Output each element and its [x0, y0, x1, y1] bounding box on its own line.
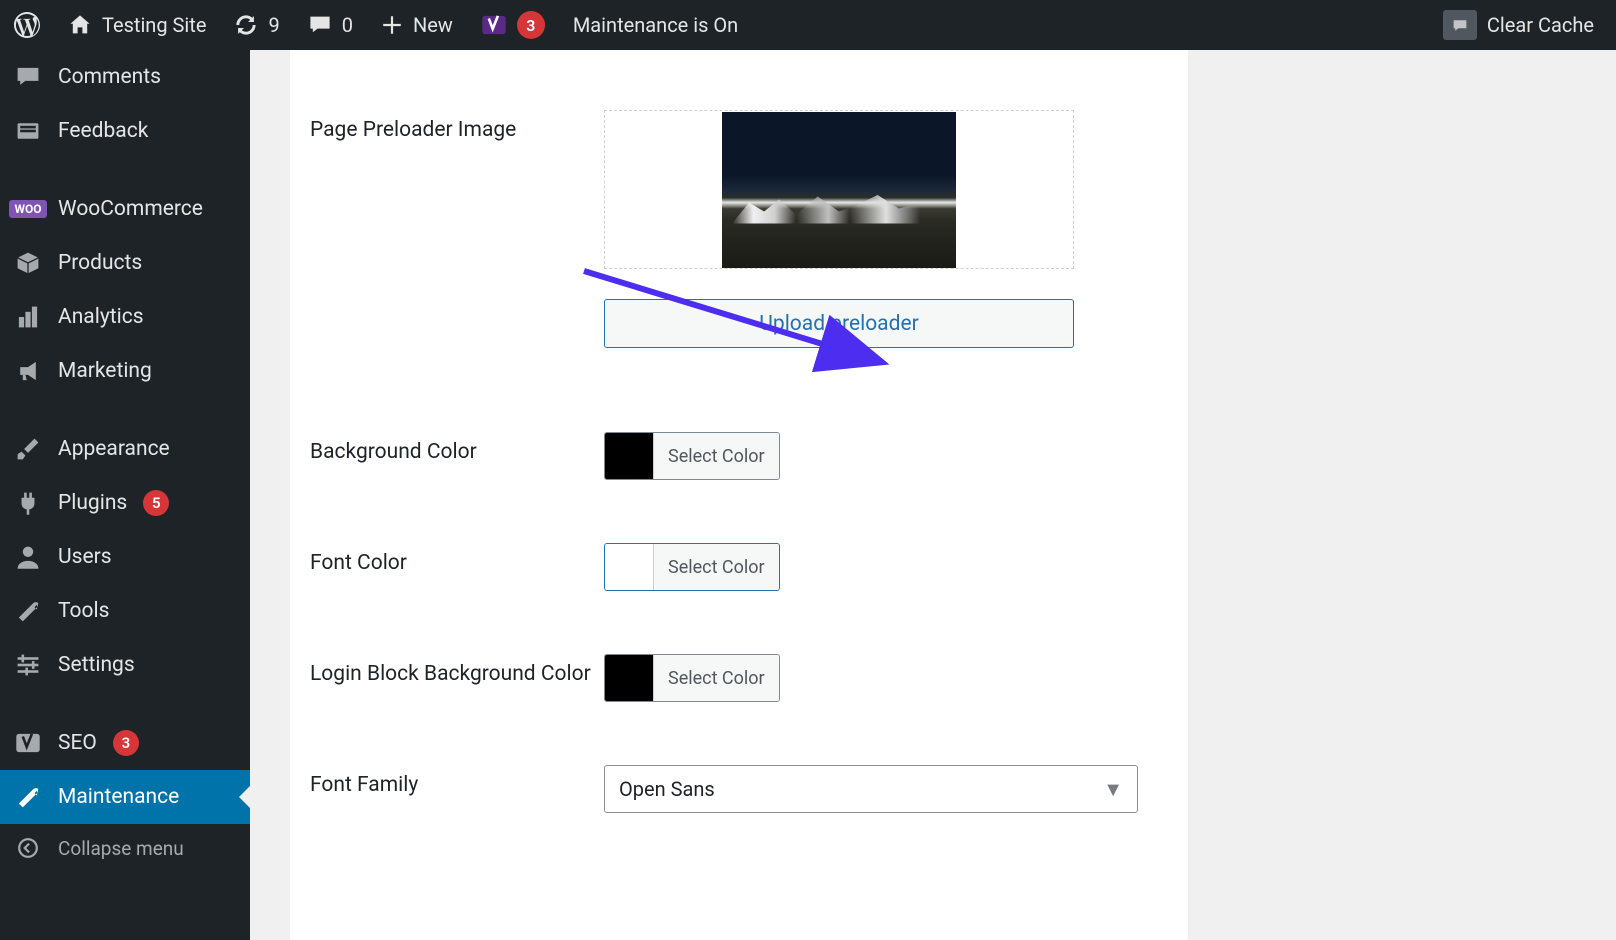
- font-family-select[interactable]: Open Sans ▼: [604, 765, 1138, 813]
- sidebar-item-seo[interactable]: SEO 3: [0, 716, 250, 770]
- admin-top-bar: Testing Site 9 0 New 3 Maintenance is On…: [0, 0, 1616, 50]
- cache-icon: [1443, 10, 1477, 40]
- plus-icon: [381, 14, 403, 36]
- cog-wrench-icon: [14, 783, 42, 811]
- preloader-preview: [604, 110, 1074, 269]
- settings-panel: Page Preloader Image Upload preloader Ba…: [290, 50, 1188, 940]
- sidebar-item-label: Collapse menu: [58, 837, 184, 860]
- caret-down-icon: ▼: [1103, 777, 1123, 802]
- font-color-label: Font Color: [310, 543, 604, 578]
- sidebar-item-label: Maintenance: [58, 785, 179, 809]
- sidebar-item-label: Plugins: [58, 491, 127, 515]
- user-icon: [14, 543, 42, 571]
- collapse-menu-button[interactable]: Collapse menu: [0, 824, 250, 872]
- font-family-label: Font Family: [310, 765, 604, 800]
- sidebar-item-label: Products: [58, 251, 142, 275]
- seo-badge: 3: [113, 730, 139, 756]
- new-label: New: [413, 13, 453, 37]
- sidebar-item-analytics[interactable]: Analytics: [0, 290, 250, 344]
- sidebar-item-label: Appearance: [58, 437, 170, 461]
- updates-count: 9: [268, 13, 279, 37]
- comments-count: 0: [342, 13, 353, 37]
- clear-cache-label: Clear Cache: [1487, 13, 1594, 37]
- font-color-swatch: [605, 544, 653, 590]
- font-family-value: Open Sans: [619, 777, 715, 801]
- upload-preloader-button[interactable]: Upload preloader: [604, 299, 1074, 348]
- yoast-icon: [481, 12, 507, 38]
- select-color-button[interactable]: Select Color: [653, 544, 779, 590]
- site-name-label: Testing Site: [102, 13, 206, 37]
- feedback-icon: [14, 117, 42, 145]
- login-block-bg-label: Login Block Background Color: [310, 654, 604, 689]
- sidebar-item-label: Analytics: [58, 305, 144, 329]
- sidebar-item-tools[interactable]: Tools: [0, 584, 250, 638]
- maintenance-label: Maintenance is On: [573, 13, 738, 37]
- background-color-picker[interactable]: Select Color: [604, 432, 780, 480]
- sidebar-item-feedback[interactable]: Feedback: [0, 104, 250, 158]
- background-color-swatch: [605, 433, 653, 479]
- sidebar-item-label: Tools: [58, 599, 109, 623]
- woo-badge: WOO: [9, 200, 46, 218]
- sidebar-item-label: Users: [58, 545, 112, 569]
- sliders-icon: [14, 651, 42, 679]
- sidebar-item-products[interactable]: Products: [0, 236, 250, 290]
- sidebar-item-settings[interactable]: Settings: [0, 638, 250, 692]
- sidebar-item-comments[interactable]: Comments: [0, 50, 250, 104]
- yoast-badge: 3: [517, 11, 545, 39]
- login-bg-color-swatch: [605, 655, 653, 701]
- plug-icon: [14, 489, 42, 517]
- megaphone-icon: [14, 357, 42, 385]
- comments-link[interactable]: 0: [294, 0, 367, 50]
- sidebar-item-label: Comments: [58, 65, 161, 89]
- font-color-picker[interactable]: Select Color: [604, 543, 780, 591]
- sidebar-item-label: WooCommerce: [58, 197, 203, 221]
- comment-icon: [308, 13, 332, 37]
- sidebar-item-woocommerce[interactable]: WOO WooCommerce: [0, 182, 250, 236]
- update-icon: [234, 13, 258, 37]
- sidebar-item-maintenance[interactable]: Maintenance: [0, 770, 250, 824]
- new-content-link[interactable]: New: [367, 0, 467, 50]
- maintenance-status-link[interactable]: Maintenance is On: [559, 0, 752, 50]
- sidebar-item-label: Marketing: [58, 359, 152, 383]
- sidebar-item-marketing[interactable]: Marketing: [0, 344, 250, 398]
- select-color-button[interactable]: Select Color: [653, 433, 779, 479]
- plugins-badge: 5: [143, 490, 169, 516]
- woocommerce-icon: WOO: [14, 195, 42, 223]
- updates-link[interactable]: 9: [220, 0, 293, 50]
- sidebar-item-appearance[interactable]: Appearance: [0, 422, 250, 476]
- preloader-image-thumbnail: [722, 112, 956, 268]
- sidebar-item-label: Feedback: [58, 119, 148, 143]
- wp-logo[interactable]: [0, 0, 54, 50]
- preloader-image-label: Page Preloader Image: [310, 110, 604, 145]
- site-name-link[interactable]: Testing Site: [54, 0, 220, 50]
- clear-cache-button[interactable]: Clear Cache: [1429, 0, 1608, 50]
- background-color-label: Background Color: [310, 432, 604, 467]
- wrench-icon: [14, 597, 42, 625]
- wordpress-icon: [14, 12, 40, 38]
- yoast-icon: [14, 729, 42, 757]
- collapse-icon: [14, 834, 42, 862]
- analytics-icon: [14, 303, 42, 331]
- sidebar-item-label: Settings: [58, 653, 135, 677]
- content-area: Page Preloader Image Upload preloader Ba…: [250, 50, 1616, 940]
- select-color-button[interactable]: Select Color: [653, 655, 779, 701]
- comment-icon: [14, 63, 42, 91]
- sidebar-item-label: SEO: [58, 731, 97, 755]
- sidebar-item-plugins[interactable]: Plugins 5: [0, 476, 250, 530]
- yoast-link[interactable]: 3: [467, 0, 559, 50]
- sidebar-item-users[interactable]: Users: [0, 530, 250, 584]
- products-icon: [14, 249, 42, 277]
- admin-sidebar: Comments Feedback WOO WooCommerce Produc…: [0, 50, 250, 940]
- login-bg-color-picker[interactable]: Select Color: [604, 654, 780, 702]
- home-icon: [68, 13, 92, 37]
- brush-icon: [14, 435, 42, 463]
